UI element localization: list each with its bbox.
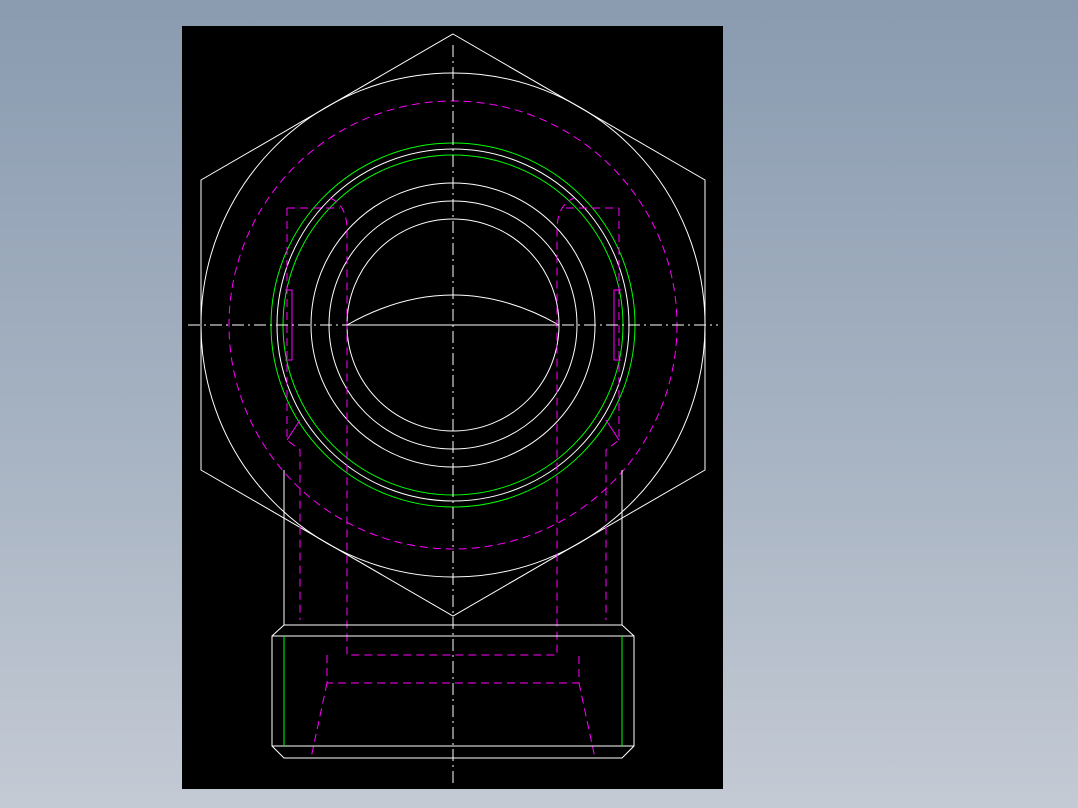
hidden-left-body: [286, 208, 301, 620]
chamfer-hidden-left: [286, 419, 301, 441]
hidden-tail-taper-right: [578, 682, 596, 759]
hidden-tail-taper-left: [310, 682, 328, 759]
cad-drawing[interactable]: [0, 0, 1078, 808]
hidden-right-body: [605, 208, 620, 620]
chamfer-hidden-right: [605, 419, 620, 441]
hidden-bore-left: [329, 197, 575, 656]
cad-viewer: { "viewer": { "background_color": "#8a9b…: [0, 0, 1078, 808]
